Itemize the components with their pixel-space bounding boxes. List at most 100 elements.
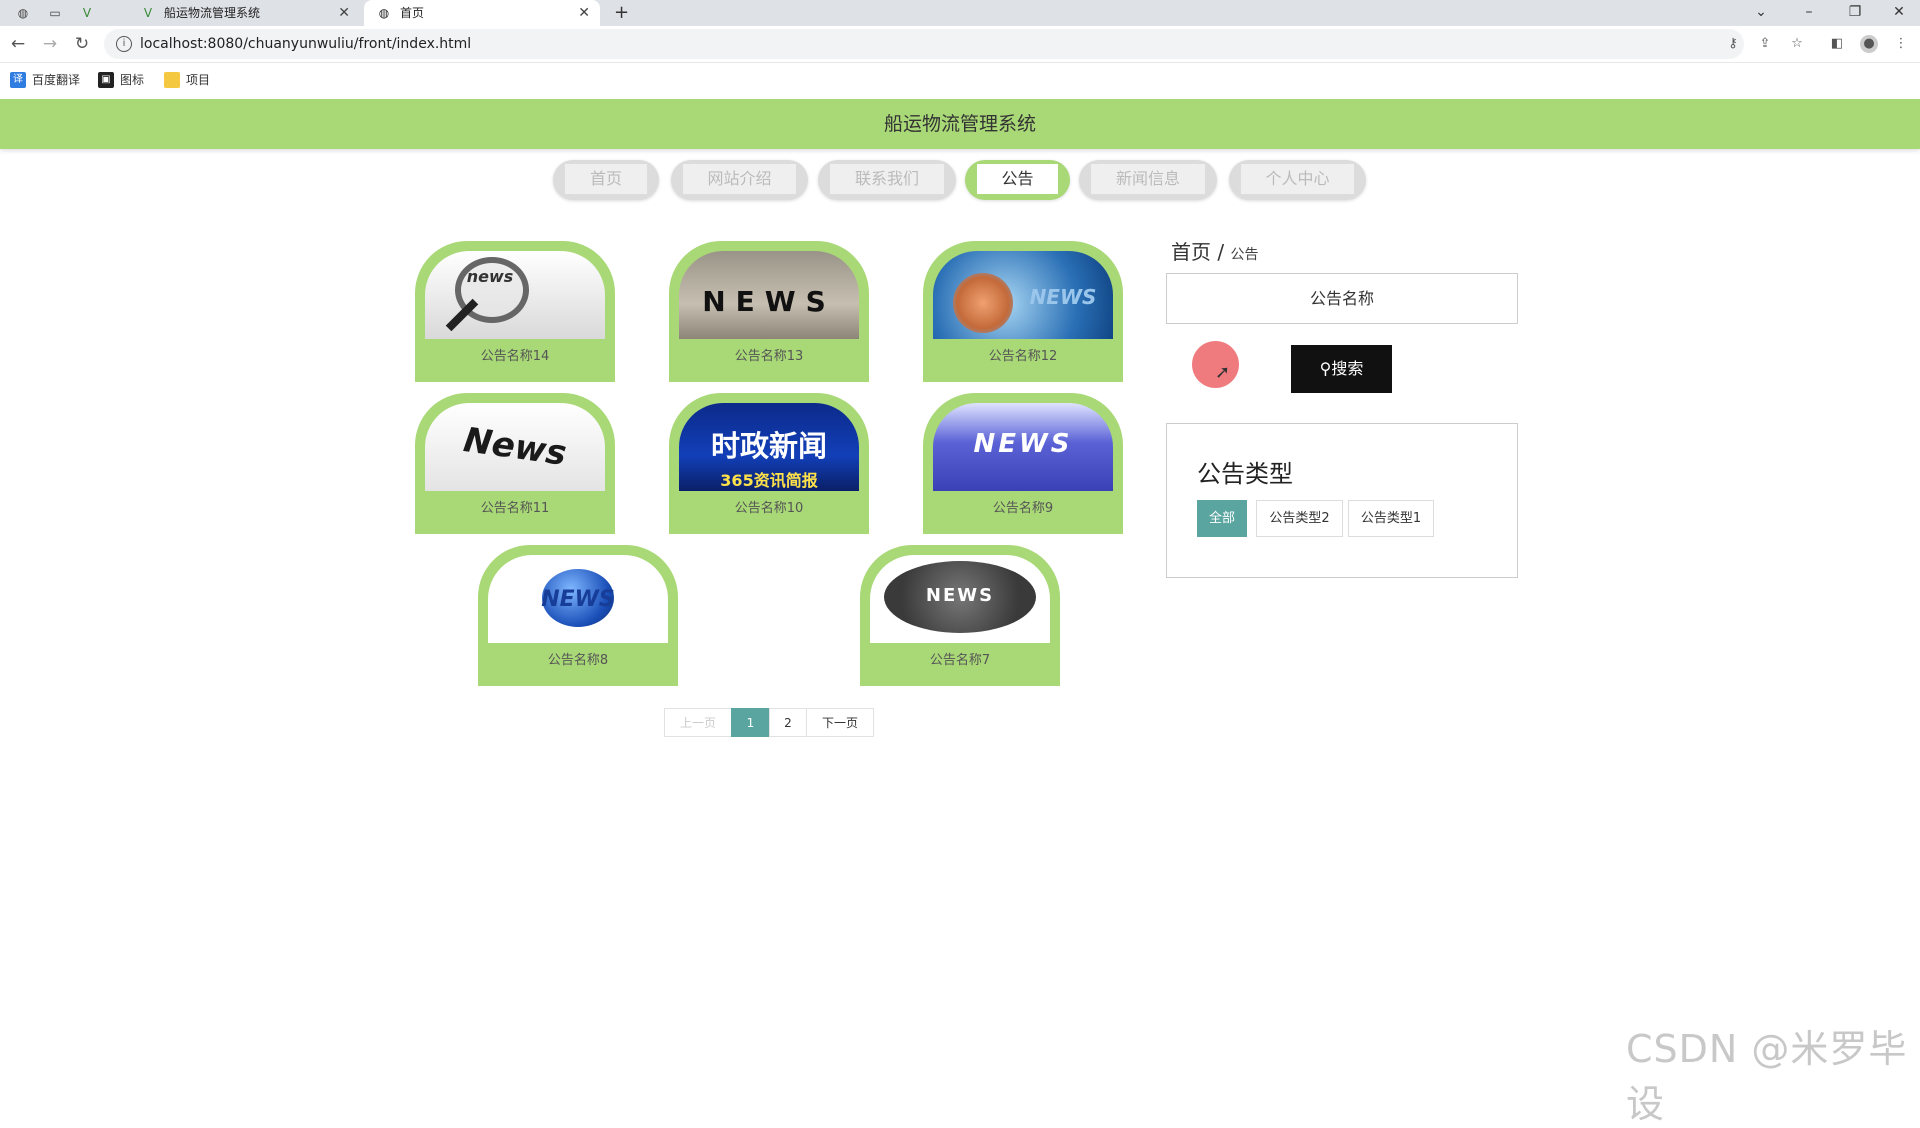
blank-tab-icon[interactable]: ▭	[46, 4, 64, 22]
notice-type-panel: 公告类型 全部 公告类型2 公告类型1	[1166, 423, 1518, 578]
folder-icon	[164, 72, 180, 88]
type-filter-all[interactable]: 全部	[1197, 500, 1247, 537]
nav-contact[interactable]: 联系我们	[818, 160, 956, 200]
browser-toolbar: ← → ↻ i localhost:8080/chuanyunwuliu/fro…	[0, 26, 1920, 63]
search-button-label: 搜索	[1331, 359, 1364, 378]
menu-dots-icon[interactable]: ⋮	[1892, 35, 1910, 53]
notice-title: 公告名称12	[988, 349, 1058, 364]
nav-label: 首页	[565, 164, 647, 194]
notice-title: 公告名称13	[734, 349, 804, 364]
notice-card[interactable]: NEWS 公告名称9	[923, 393, 1123, 534]
newspaper-image: News	[425, 403, 605, 491]
bookmark-item[interactable]: 项目	[164, 71, 210, 89]
bookmark-label: 图标	[120, 73, 145, 87]
tab-search-icon[interactable]: ⌄	[1746, 0, 1776, 26]
news-blocks-image: NEWS	[679, 251, 859, 339]
close-icon[interactable]: ✕	[578, 0, 590, 26]
new-tab-button[interactable]: +	[614, 0, 629, 26]
profile-icon[interactable]: ●	[1860, 35, 1878, 53]
restore-button[interactable]: ❐	[1840, 0, 1870, 26]
tab-home[interactable]: ◍ 首页 ✕	[364, 0, 600, 26]
notice-card[interactable]: News 公告名称11	[415, 393, 615, 534]
image-text: News	[461, 420, 569, 474]
type-filter-1[interactable]: 公告类型1	[1348, 500, 1434, 537]
next-page-button[interactable]: 下一页	[806, 708, 874, 737]
forward-icon[interactable]: →	[40, 34, 60, 54]
side-panel-icon[interactable]: ◧	[1828, 35, 1846, 53]
notice-card[interactable]: 时政新闻 365资讯简报 公告名称10	[669, 393, 869, 534]
nav-label: 网站介绍	[683, 164, 796, 194]
nav-about[interactable]: 网站介绍	[671, 160, 808, 200]
share-icon[interactable]: ⇪	[1756, 35, 1774, 53]
bookmark-label: 项目	[186, 73, 211, 87]
globe-icon: ◍	[378, 6, 390, 20]
minimize-button[interactable]: –	[1794, 0, 1824, 26]
search-icon: ⚲	[1319, 359, 1332, 378]
nav-news[interactable]: 新闻信息	[1079, 160, 1217, 200]
keyboard-key-image: NEWS	[933, 403, 1113, 491]
nav-user-center[interactable]: 个人中心	[1229, 160, 1366, 200]
site-title: 船运物流管理系统	[0, 99, 1920, 149]
bookmark-item[interactable]: 译 百度翻译	[10, 71, 80, 89]
notice-title: 公告名称10	[734, 501, 804, 516]
notice-card[interactable]: NEWS 公告名称13	[669, 241, 869, 382]
close-window-button[interactable]: ✕	[1884, 0, 1914, 26]
nav-label: 个人中心	[1241, 164, 1354, 194]
notice-card[interactable]: NEWS 公告名称12	[923, 241, 1123, 382]
site-info-icon[interactable]: i	[116, 36, 132, 52]
reload-icon[interactable]: ↻	[72, 34, 92, 54]
notice-title: 公告名称9	[992, 501, 1054, 516]
world-badge-image: NEWS	[870, 555, 1050, 643]
address-bar[interactable]: i localhost:8080/chuanyunwuliu/front/ind…	[104, 29, 1744, 59]
type-panel-title: 公告类型	[1197, 460, 1293, 488]
tab-system[interactable]: V 船运物流管理系统 ✕	[128, 0, 360, 26]
back-icon[interactable]: ←	[8, 34, 28, 54]
image-text: NEWS	[541, 587, 615, 612]
cursor-icon: ➚	[1215, 362, 1231, 383]
image-text: news	[466, 267, 514, 286]
breadcrumb-home[interactable]: 首页	[1171, 240, 1211, 264]
image-icon: ▣	[98, 72, 114, 88]
nav-home[interactable]: 首页	[553, 160, 659, 200]
type-filter-2[interactable]: 公告类型2	[1256, 500, 1343, 537]
notice-card[interactable]: news 公告名称14	[415, 241, 615, 382]
prev-page-button[interactable]: 上一页	[664, 708, 732, 737]
nav-label: 新闻信息	[1091, 164, 1205, 194]
breadcrumb-current: 公告	[1230, 247, 1259, 263]
image-text: NEWS	[702, 285, 836, 318]
image-text: NEWS	[925, 585, 995, 606]
watermark: CSDN @米罗毕设	[1626, 1027, 1908, 1126]
key-icon[interactable]: ⚷	[1724, 35, 1742, 53]
globe-icon[interactable]: ◍	[14, 4, 32, 22]
search-input[interactable]: 公告名称	[1166, 273, 1518, 324]
politics-news-image: 时政新闻 365资讯简报	[679, 403, 859, 491]
tab-title: 首页	[400, 6, 425, 20]
image-subtext: 365资讯简报	[720, 471, 818, 490]
tab-title: 船运物流管理系统	[164, 6, 261, 20]
nav-label: 公告	[977, 164, 1058, 194]
image-text: NEWS	[1029, 285, 1097, 309]
vue-icon[interactable]: V	[78, 4, 96, 22]
browser-tab-strip: ◍ ▭ V V 船运物流管理系统 ✕ ◍ 首页 ✕ + ⌄ – ❐ ✕	[0, 0, 1920, 26]
notice-card[interactable]: NEWS 公告名称8	[478, 545, 678, 686]
bookmarks-bar: 译 百度翻译 ▣ 图标 项目	[0, 63, 1920, 99]
translate-icon: 译	[10, 72, 26, 88]
search-button[interactable]: ⚲搜索	[1291, 345, 1392, 393]
page-button[interactable]: 1	[731, 708, 770, 737]
notice-title: 公告名称14	[480, 349, 550, 364]
breadcrumb-separator: /	[1217, 240, 1225, 264]
close-icon[interactable]: ✕	[338, 0, 350, 26]
notice-title: 公告名称7	[929, 653, 991, 668]
nav-notice[interactable]: 公告	[965, 160, 1070, 200]
star-icon[interactable]: ☆	[1788, 35, 1806, 53]
notice-card[interactable]: NEWS 公告名称7	[860, 545, 1060, 686]
image-text: 时政新闻	[710, 429, 827, 463]
page-button[interactable]: 2	[769, 708, 807, 737]
globe-news-image: NEWS	[933, 251, 1113, 339]
image-text: NEWS	[973, 429, 1073, 459]
notice-title: 公告名称11	[480, 501, 550, 516]
breadcrumb: 首页 / 公告	[1171, 236, 1258, 265]
bookmark-item[interactable]: ▣ 图标	[98, 71, 144, 89]
notice-title: 公告名称8	[547, 653, 609, 668]
blue-globe-image: NEWS	[488, 555, 668, 643]
